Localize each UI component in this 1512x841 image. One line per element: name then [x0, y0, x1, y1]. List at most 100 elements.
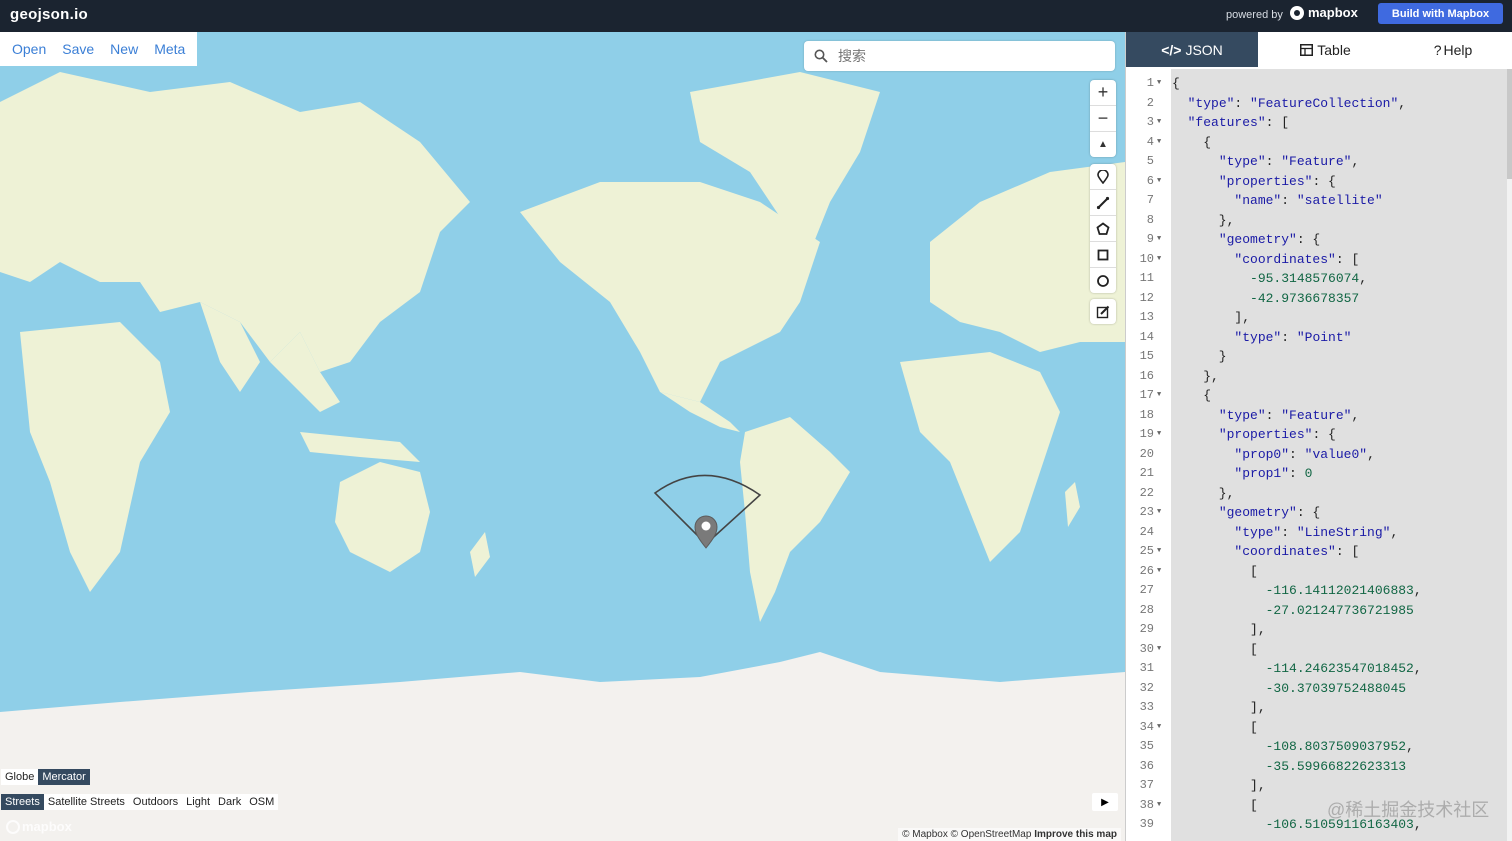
fold-toggle-icon[interactable]: ▼: [1157, 640, 1161, 660]
fold-toggle-icon[interactable]: ▼: [1157, 718, 1161, 738]
code-line[interactable]: 2 "type": "FeatureCollection",: [1126, 94, 1507, 114]
code-text: {: [1172, 134, 1212, 150]
line-number: 16: [1139, 368, 1154, 383]
edit-button[interactable]: [1090, 299, 1116, 324]
code-line[interactable]: 35 -108.8037509037952,: [1126, 737, 1507, 757]
style-satellite-streets[interactable]: Satellite Streets: [43, 794, 129, 810]
draw-rectangle-button[interactable]: [1090, 242, 1116, 268]
projection-globe[interactable]: Globe: [1, 769, 39, 785]
tab-table[interactable]: Table: [1258, 32, 1393, 67]
code-line[interactable]: 14 "type": "Point": [1126, 328, 1507, 348]
zoom-out-button[interactable]: −: [1090, 106, 1116, 132]
tab-json[interactable]: </> JSON: [1126, 32, 1258, 67]
code-line[interactable]: 12 -42.9736678357: [1126, 289, 1507, 309]
json-editor[interactable]: 1 ▼{2 "type": "FeatureCollection", 3 ▼ "fea…: [1126, 69, 1507, 841]
code-line[interactable]: 33 ],: [1126, 698, 1507, 718]
mapbox-logo[interactable]: mapbox: [1290, 5, 1358, 20]
code-line[interactable]: 27 -116.14112021406883,: [1126, 581, 1507, 601]
code-line[interactable]: 16 },: [1126, 367, 1507, 387]
brand-title[interactable]: geojson.io: [10, 6, 88, 23]
code-text: {: [1172, 388, 1212, 403]
code-line[interactable]: 8 },: [1126, 211, 1507, 231]
projection-switcher: Globe Mercator: [1, 769, 90, 785]
zoom-in-button[interactable]: +: [1090, 80, 1116, 106]
line-number: 13: [1139, 310, 1154, 324]
fold-toggle-icon[interactable]: ▼: [1157, 74, 1161, 94]
code-line[interactable]: 3 ▼ "features": [: [1126, 113, 1507, 133]
style-light[interactable]: Light: [182, 794, 215, 810]
style-dark[interactable]: Dark: [214, 794, 246, 810]
code-line[interactable]: 1 ▼ {: [1126, 74, 1507, 94]
menu-save[interactable]: Save: [54, 41, 102, 57]
code-line[interactable]: 5 "type": "Feature",: [1126, 152, 1507, 172]
editor-scrollbar[interactable]: [1507, 69, 1512, 841]
code-line[interactable]: 24 "type": "LineString",: [1126, 523, 1507, 543]
code-line[interactable]: 23 ▼ "geometry": {: [1126, 503, 1507, 523]
code-line[interactable]: 32 -30.37039752488045: [1126, 679, 1507, 699]
fold-toggle-icon[interactable]: ▼: [1157, 250, 1161, 270]
code-line[interactable]: 17 ▼ {: [1126, 386, 1507, 406]
menu-new[interactable]: New: [102, 41, 146, 57]
style-outdoors[interactable]: Outdoors: [128, 794, 183, 810]
attribution-improve[interactable]: Improve this map: [1034, 829, 1117, 840]
draw-point-button[interactable]: [1090, 164, 1116, 190]
compass-button[interactable]: ▲: [1090, 132, 1116, 157]
collapse-panel-button[interactable]: ▶: [1092, 793, 1118, 811]
mapbox-map-logo[interactable]: mapbox: [6, 819, 72, 834]
code-line[interactable]: 18 "type": "Feature",: [1126, 406, 1507, 426]
code-line[interactable]: 6 ▼ "properties": {: [1126, 172, 1507, 192]
code-line[interactable]: 34 ▼ [: [1126, 718, 1507, 738]
code-line[interactable]: 9 ▼ "geometry": {: [1126, 230, 1507, 250]
attribution-mapbox[interactable]: © Mapbox: [902, 829, 948, 840]
draw-circle-button[interactable]: [1090, 268, 1116, 293]
code-line[interactable]: 11 -95.3148576074,: [1126, 269, 1507, 289]
code-line[interactable]: 4 ▼ {: [1126, 133, 1507, 153]
scrollbar-thumb[interactable]: [1507, 69, 1512, 179]
code-line[interactable]: 29 ],: [1126, 620, 1507, 640]
code-text: "prop1": 0: [1234, 466, 1313, 481]
fold-toggle-icon[interactable]: ▼: [1157, 542, 1161, 562]
code-line[interactable]: 10 ▼ "coordinates": [: [1126, 250, 1507, 270]
fold-toggle-icon[interactable]: ▼: [1157, 113, 1161, 133]
attribution-osm[interactable]: © OpenStreetMap: [951, 829, 1032, 840]
code-line[interactable]: 37 ],: [1126, 776, 1507, 796]
code-text: "name": "satellite": [1234, 193, 1383, 208]
search-input[interactable]: [836, 47, 1100, 65]
build-with-mapbox-button[interactable]: Build with Mapbox: [1378, 3, 1503, 24]
code-line[interactable]: 36 -35.59966822623313: [1126, 757, 1507, 777]
fold-toggle-icon[interactable]: ▼: [1157, 386, 1161, 406]
fold-toggle-icon[interactable]: ▼: [1157, 425, 1161, 445]
draw-line-button[interactable]: [1090, 190, 1116, 216]
map-canvas[interactable]: Open Save New Meta + − ▲: [0, 32, 1125, 841]
fold-toggle-icon[interactable]: ▼: [1157, 796, 1161, 816]
menu-open[interactable]: Open: [4, 41, 54, 57]
fold-toggle-icon[interactable]: ▼: [1157, 133, 1161, 153]
code-line[interactable]: 31 -114.24623547018452,: [1126, 659, 1507, 679]
code-line[interactable]: 28 -27.021247736721985: [1126, 601, 1507, 621]
code-line[interactable]: 21 "prop1": 0: [1126, 464, 1507, 484]
line-number: 1: [1146, 76, 1154, 90]
mapbox-circle-icon: [6, 819, 20, 834]
line-number: 37: [1139, 778, 1154, 792]
fold-toggle-icon[interactable]: ▼: [1157, 503, 1161, 523]
projection-mercator[interactable]: Mercator: [38, 769, 90, 785]
code-line[interactable]: 7 "name": "satellite": [1126, 191, 1507, 211]
code-text: ],: [1172, 310, 1251, 325]
tab-help[interactable]: ? Help: [1393, 32, 1512, 67]
fold-toggle-icon[interactable]: ▼: [1157, 172, 1161, 192]
code-line[interactable]: 30 ▼ [: [1126, 640, 1507, 660]
code-line[interactable]: 15 }: [1126, 347, 1507, 367]
code-line[interactable]: 20 "prop0": "value0",: [1126, 445, 1507, 465]
style-osm[interactable]: OSM: [245, 794, 279, 810]
code-line[interactable]: 25 ▼ "coordinates": [: [1126, 542, 1507, 562]
menu-meta[interactable]: Meta: [146, 41, 193, 57]
code-line[interactable]: 26 ▼ [: [1126, 562, 1507, 582]
style-streets[interactable]: Streets: [1, 794, 44, 810]
code-line[interactable]: 22 },: [1126, 484, 1507, 504]
code-line[interactable]: 19 ▼ "properties": {: [1126, 425, 1507, 445]
draw-polygon-button[interactable]: [1090, 216, 1116, 242]
fold-toggle-icon[interactable]: ▼: [1157, 562, 1161, 582]
fold-toggle-icon[interactable]: ▼: [1157, 230, 1161, 250]
edit-icon: [1096, 305, 1110, 318]
code-line[interactable]: 13 ],: [1126, 308, 1507, 328]
